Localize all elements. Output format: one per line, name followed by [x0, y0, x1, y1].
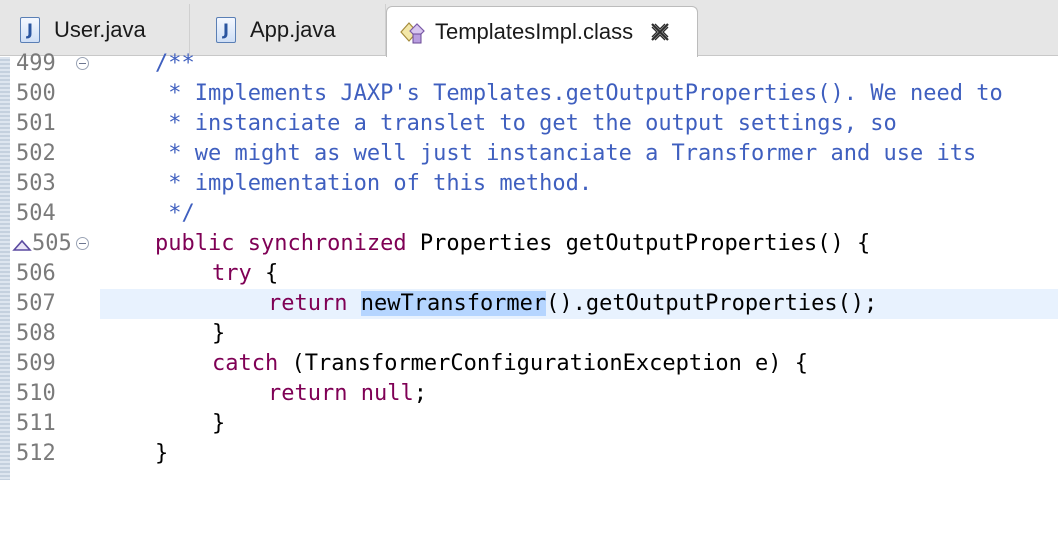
code-line: 501 * instanciate a translet to get the … — [0, 109, 1058, 139]
code-line: 504 */ — [0, 199, 1058, 229]
code-rest: ; — [413, 381, 427, 406]
javadoc-text: * we might as well just instanciate a Tr… — [155, 141, 977, 166]
code-line: 500 * Implements JAXP's Templates.getOut… — [0, 79, 1058, 109]
code-line: 508 } — [0, 319, 1058, 349]
code-text: * we might as well just instanciate a Tr… — [100, 139, 1058, 169]
line-number: 508 — [16, 321, 56, 346]
line-number: 509 — [16, 351, 56, 376]
keyword: null — [360, 381, 414, 406]
keyword: try — [212, 261, 252, 286]
code-text: catch (TransformerConfigurationException… — [100, 349, 1058, 379]
tab-app-java[interactable]: J App.java — [190, 4, 386, 55]
code-text: try { — [100, 259, 1058, 289]
code-text: } — [100, 409, 1058, 439]
code-rest: ().getOutputProperties(); — [546, 291, 878, 316]
code-text: } — [100, 439, 1058, 469]
java-file-icon: J — [216, 16, 236, 43]
code-line: 506 try { — [0, 259, 1058, 289]
code-line: 509 catch (TransformerConfigurationExcep… — [0, 349, 1058, 379]
code-rest: } — [155, 441, 169, 466]
code-text: public synchronized Properties getOutput… — [100, 229, 1058, 259]
keyword: return — [268, 291, 348, 316]
javadoc-text: */ — [155, 201, 195, 226]
close-icon[interactable] — [649, 21, 671, 43]
keyword: catch — [212, 351, 279, 376]
editor-tab-bar: J User.java J App.java TemplatesImpl.cla… — [0, 0, 1058, 57]
fold-collapse-icon[interactable] — [76, 57, 89, 70]
line-number: 512 — [16, 441, 56, 466]
code-rest: (TransformerConfigurationException e) { — [278, 351, 809, 376]
code-line: 499 /** — [0, 49, 1058, 79]
java-file-icon: J — [20, 16, 40, 43]
code-line: 502 * we might as well just instanciate … — [0, 139, 1058, 169]
line-number: 503 — [16, 171, 56, 196]
tab-label: User.java — [54, 16, 146, 42]
code-text: * instanciate a translet to get the outp… — [100, 109, 1058, 139]
code-line-current: 507 return newTransformer().getOutputPro… — [0, 289, 1058, 319]
code-rest: } — [212, 321, 226, 346]
javadoc-text: /** — [155, 51, 195, 76]
line-number: 502 — [16, 141, 56, 166]
line-number: 510 — [16, 381, 56, 406]
code-text: /** — [100, 49, 1058, 79]
code-line: 512 } — [0, 439, 1058, 469]
code-text: * Implements JAXP's Templates.getOutputP… — [100, 79, 1058, 109]
code-editor[interactable]: 499 /** 500 * Implements JAXP's Template… — [0, 51, 1058, 480]
code-text: } — [100, 319, 1058, 349]
code-line: 511 } — [0, 409, 1058, 439]
line-number: 500 — [16, 81, 56, 106]
code-text: return null; — [100, 379, 1058, 409]
tab-label: TemplatesImpl.class — [435, 19, 634, 44]
highlighted-token[interactable]: newTransformer — [360, 291, 547, 316]
line-number: 499 — [16, 51, 56, 76]
code-text: * implementation of this method. — [100, 169, 1058, 199]
line-number: 501 — [16, 111, 56, 136]
code-line: 510 return null; — [0, 379, 1058, 409]
code-text: return newTransformer().getOutputPropert… — [100, 289, 1058, 319]
keyword: return — [268, 381, 348, 406]
javadoc-text: * implementation of this method. — [155, 171, 593, 196]
keyword: public synchronized — [155, 231, 407, 256]
javadoc-text: * Implements JAXP's Templates.getOutputP… — [155, 81, 1003, 106]
class-file-icon — [400, 22, 425, 44]
line-number: 504 — [16, 201, 56, 226]
code-rest: } — [212, 411, 226, 436]
line-number: 511 — [16, 411, 56, 436]
code-line: 505 public synchronized Properties getOu… — [0, 229, 1058, 259]
code-rest: { — [251, 261, 279, 286]
fold-collapse-icon[interactable] — [76, 237, 89, 250]
line-number: 506 — [16, 261, 56, 286]
code-rest: Properties getOutputProperties() { — [406, 231, 871, 256]
javadoc-text: * instanciate a translet to get the outp… — [155, 111, 897, 136]
tab-label: App.java — [250, 16, 336, 42]
code-line: 503 * implementation of this method. — [0, 169, 1058, 199]
code-text: */ — [100, 199, 1058, 229]
line-number: 507 — [16, 291, 56, 316]
tab-user-java[interactable]: J User.java — [0, 4, 190, 55]
override-marker-icon[interactable] — [12, 239, 32, 251]
